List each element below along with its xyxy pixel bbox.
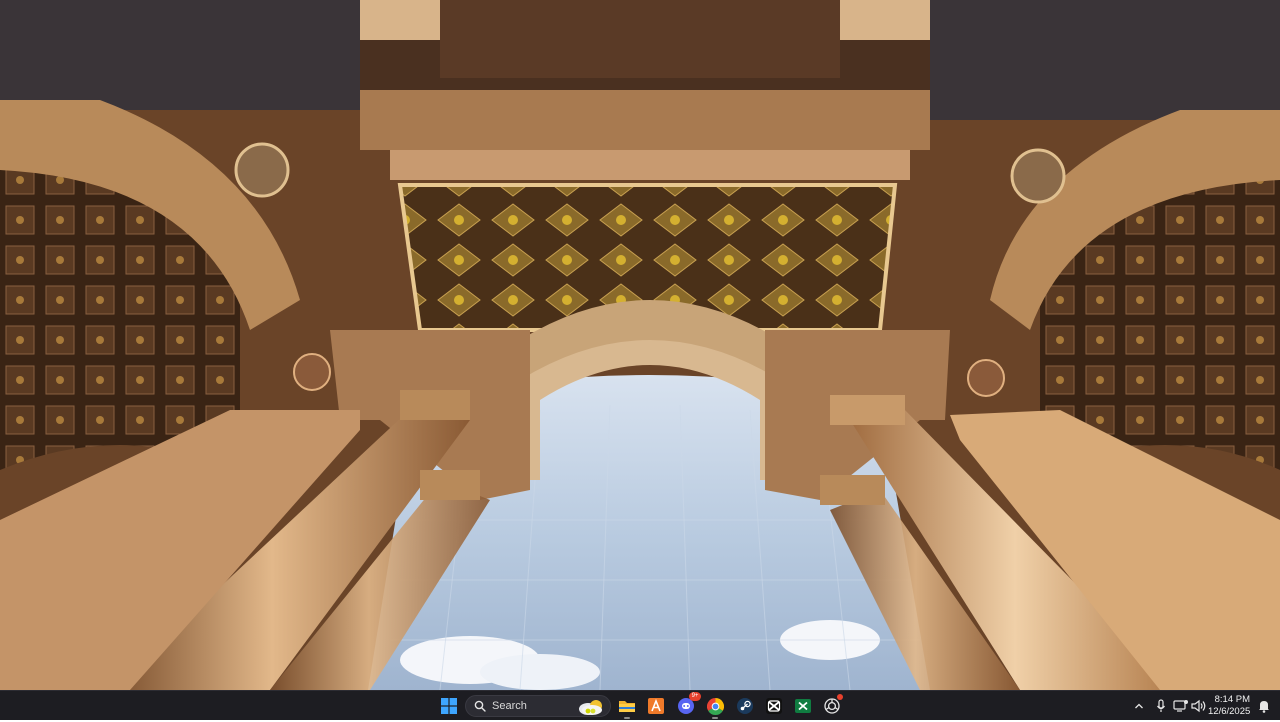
- desktop[interactable]: [0, 0, 1280, 690]
- clock-date: 12/6/2025: [1208, 705, 1251, 717]
- notification-icon: [1259, 701, 1269, 713]
- microphone-status[interactable]: [1152, 697, 1170, 715]
- search-label: Search: [492, 700, 527, 712]
- chatgpt-notification-dot: [837, 694, 843, 700]
- microphone-icon: [1157, 699, 1165, 712]
- taskbar-excel[interactable]: [791, 694, 815, 718]
- chevron-up-icon: [1135, 703, 1143, 709]
- folder-icon: [619, 701, 635, 712]
- show-hidden-icons-button[interactable]: [1130, 697, 1148, 715]
- discord-notification-badge: 9+: [689, 692, 701, 701]
- taskbar-clock[interactable]: 8:14 PM 12/6/2025: [1208, 694, 1250, 718]
- taskbar-file-explorer[interactable]: [615, 694, 639, 719]
- weather-widget-icon[interactable]: [574, 697, 606, 717]
- taskbar: Search 9+ 8:14 PM 12/6/2025: [0, 690, 1280, 720]
- orange-a-app-icon: [648, 698, 664, 714]
- taskbar-search-box[interactable]: Search: [465, 695, 611, 717]
- search-icon: [474, 700, 486, 712]
- desktop-wallpaper: [0, 0, 1280, 690]
- network-icon: [1173, 700, 1188, 712]
- start-button[interactable]: [437, 694, 461, 718]
- taskbar-capcut[interactable]: [762, 694, 786, 718]
- taskbar-app-a[interactable]: [644, 694, 668, 718]
- taskbar-discord[interactable]: 9+: [674, 692, 701, 718]
- volume-icon: [1191, 699, 1206, 713]
- taskbar-chrome[interactable]: [703, 694, 727, 719]
- notification-center-button[interactable]: [1255, 697, 1273, 715]
- excel-icon: [795, 699, 811, 713]
- taskbar-chatgpt[interactable]: [820, 694, 844, 718]
- windows-logo-icon: [441, 698, 457, 714]
- clock-time: 8:14 PM: [1214, 694, 1250, 705]
- chatgpt-icon: [824, 698, 840, 714]
- capcut-icon: [766, 698, 782, 714]
- chrome-icon: [706, 697, 724, 715]
- network-status[interactable]: [1172, 697, 1190, 715]
- steam-icon: [737, 698, 753, 714]
- volume-control[interactable]: [1190, 697, 1208, 715]
- taskbar-steam[interactable]: [733, 694, 757, 718]
